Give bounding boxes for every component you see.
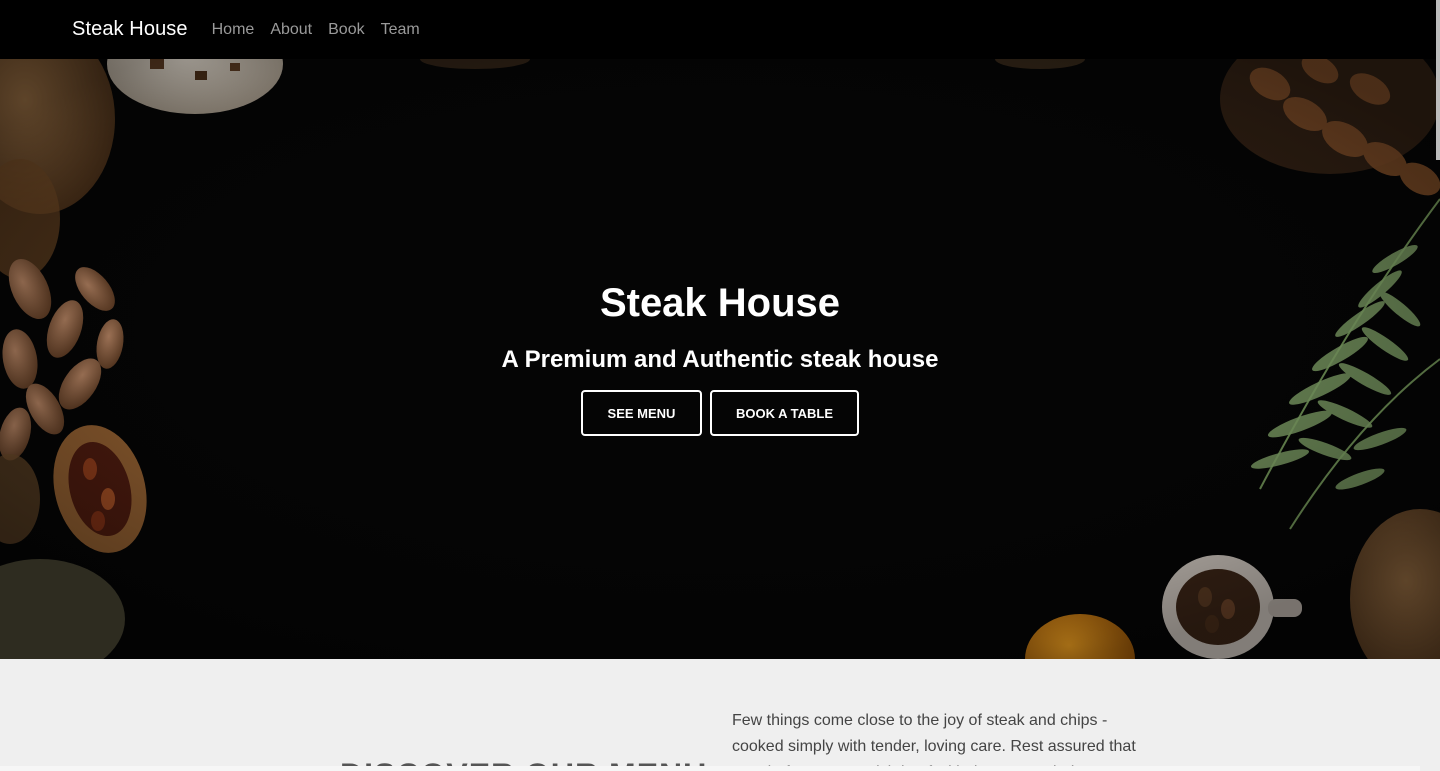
hero-title: Steak House: [599, 281, 841, 325]
scrollbar-thumb[interactable]: [1436, 0, 1440, 160]
horizontal-scrollbar[interactable]: [0, 766, 1420, 771]
hero-content: Steak House A Premium and Authentic stea…: [0, 59, 1440, 659]
nav-link-book[interactable]: Book: [328, 21, 364, 39]
book-table-button[interactable]: BOOK A TABLE: [710, 390, 859, 436]
nav-links: Home About Book Team: [212, 21, 420, 39]
discover-text: Few things come close to the joy of stea…: [732, 712, 1136, 771]
discover-section: DISCOVER OUR MENU Few things come close …: [0, 659, 1440, 771]
brand-link[interactable]: Steak House: [72, 18, 188, 41]
see-menu-button[interactable]: SEE MENU: [581, 390, 702, 436]
nav-link-team[interactable]: Team: [381, 21, 420, 39]
hero-subtitle: A Premium and Authentic steak house: [501, 346, 939, 373]
nav-link-home[interactable]: Home: [212, 21, 255, 39]
hero-section: Steak House A Premium and Authentic stea…: [0, 59, 1440, 659]
nav-link-about[interactable]: About: [270, 21, 312, 39]
navbar: Steak House Home About Book Team: [0, 0, 1440, 59]
